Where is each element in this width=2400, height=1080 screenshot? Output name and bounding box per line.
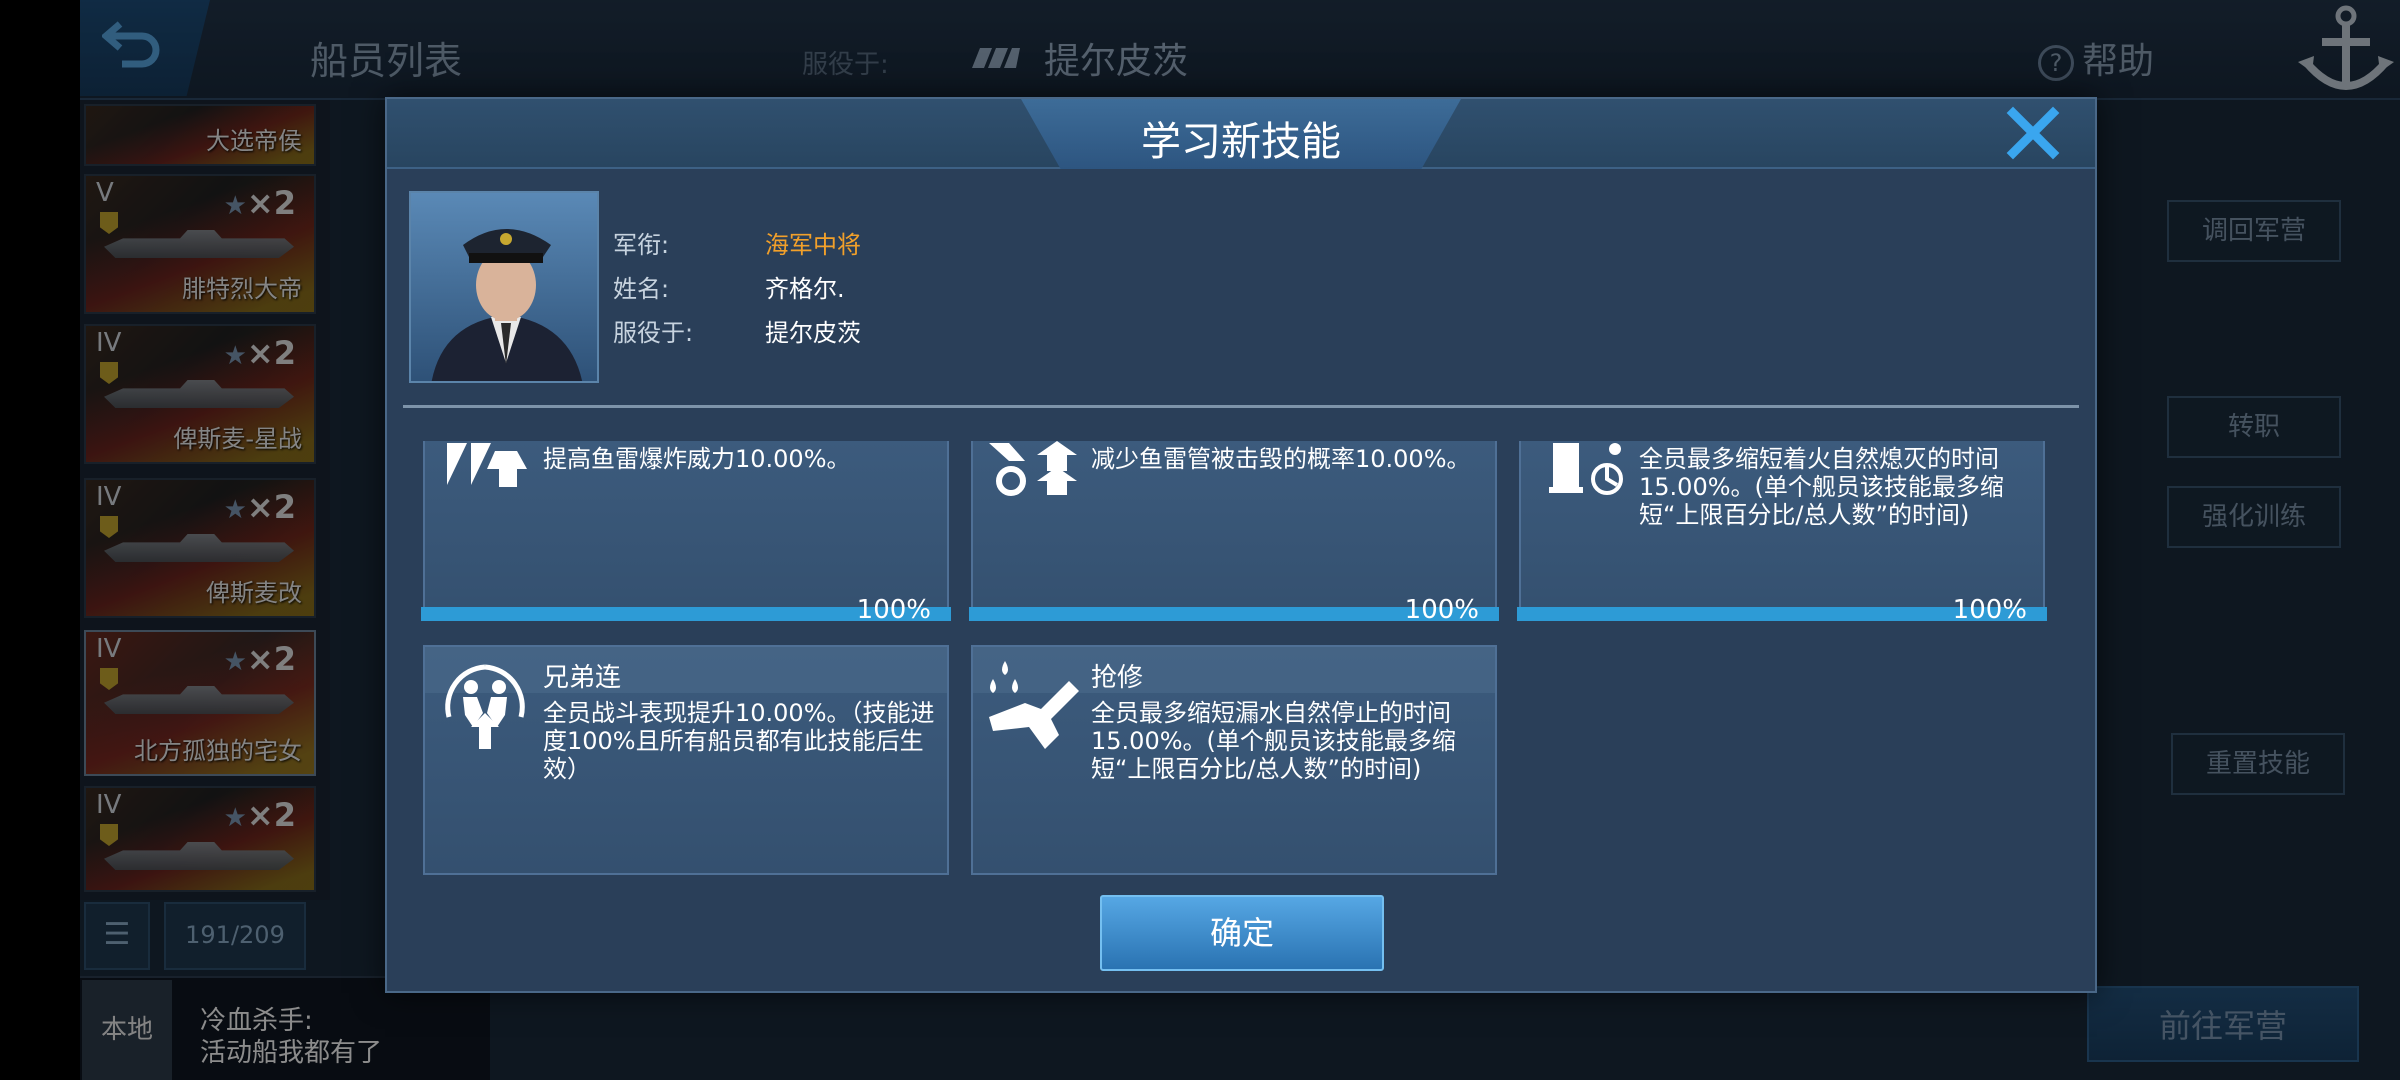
skill-name: 兄弟连 [543,663,622,693]
screen-edge-left [0,0,80,1080]
skill-card[interactable]: 抢修 全员最多缩短漏水自然停止的时间15.00%。(单个舰员该技能最多缩短“上限… [971,645,1497,875]
rank-label: 军衔: [613,231,670,259]
skill-description: 全员最多缩短着火自然熄灭的时间15.00%。(单个舰员该技能最多缩短“上限百分比… [1639,445,2004,529]
divider [403,405,2079,408]
game-screen: 船员列表 服役于: 提尔皮茨 ? 帮助 大选帝侯 V ★×2 腓特烈大帝 IV … [80,0,2400,1080]
skill-description: 全员战斗表现提升10.00%。（技能进度100%且所有船员都有此技能后生效） [543,699,935,783]
skill-card[interactable]: 提高鱼雷爆炸威力10.00%。 [423,441,949,621]
confirm-button[interactable]: 确定 [1100,895,1384,971]
close-icon[interactable] [2005,105,2061,161]
serve-label: 服役于: [613,319,694,347]
repair-wrench-icon [989,661,1079,749]
skill-card[interactable]: 减少鱼雷管被击毁的概率10.00%。 [971,441,1497,621]
learn-skill-modal: 学习新技能 军衔: 海军中将 姓名: 齐格尔. 服役于: 提尔皮茨 提高鱼雷爆炸… [385,97,2097,993]
torpedo-power-icon [447,443,527,487]
skill-description: 减少鱼雷管被击毁的概率10.00%。 [1091,445,1471,473]
serve-value: 提尔皮茨 [765,319,861,347]
torpedo-repair-icon [989,441,1077,496]
progress-text: 100% [856,595,931,625]
skill-card[interactable]: 兄弟连 全员战斗表现提升10.00%。（技能进度100%且所有船员都有此技能后生… [423,645,949,875]
progress-text: 100% [1404,595,1479,625]
rank-value: 海军中将 [765,231,861,259]
officer-avatar [411,193,597,381]
skill-description: 提高鱼雷爆炸威力10.00%。 [543,445,851,473]
skill-description: 全员最多缩短漏水自然停止的时间15.00%。(单个舰员该技能最多缩短“上限百分比… [1091,699,1456,783]
name-label: 姓名: [613,275,670,303]
skill-name: 抢修 [1091,663,1144,693]
modal-header: 学习新技能 [387,99,2095,169]
skill-card[interactable]: 全员最多缩短着火自然熄灭的时间15.00%。(单个舰员该技能最多缩短“上限百分比… [1519,441,2045,621]
crew-portrait [409,191,599,383]
fire-extinguish-icon [1549,443,1623,495]
brotherhood-icon [445,664,525,749]
progress-text: 100% [1952,595,2027,625]
modal-title: 学习新技能 [1141,119,1341,165]
name-value: 齐格尔. [765,275,845,303]
